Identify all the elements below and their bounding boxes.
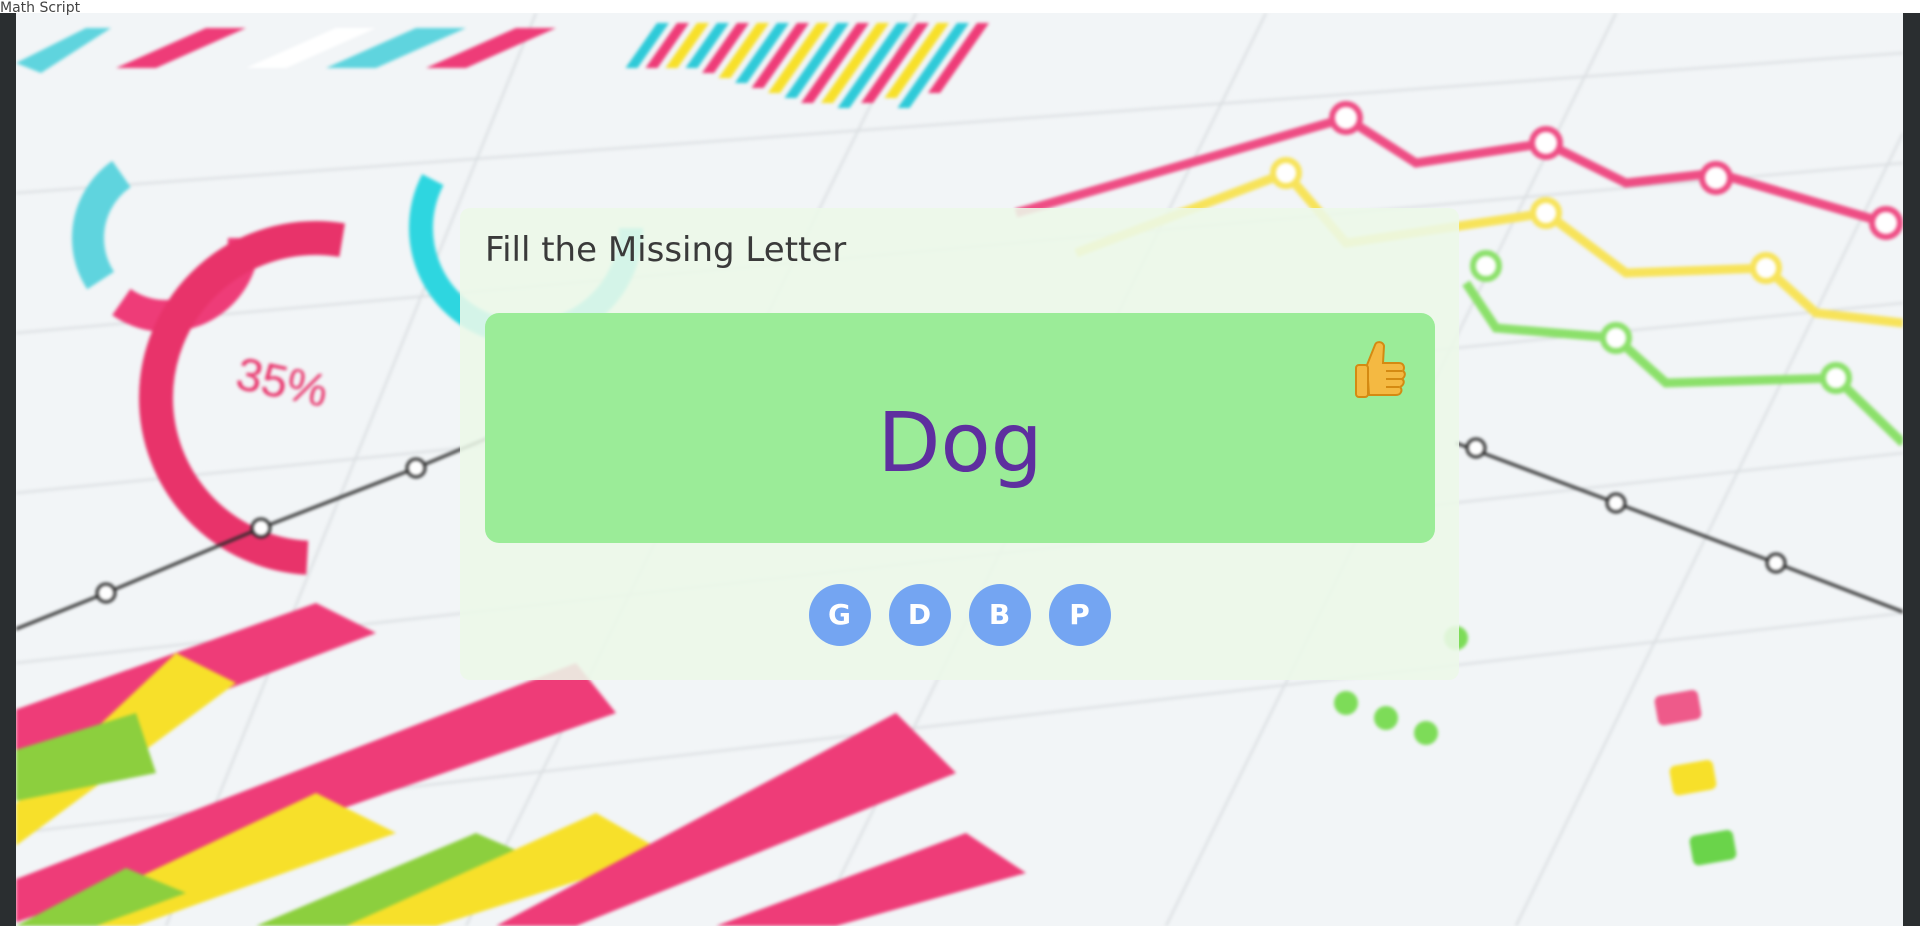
letter-option-d[interactable]: D: [888, 584, 951, 646]
top-bar-text: Math Script: [0, 0, 81, 16]
letter-option-b[interactable]: B: [968, 584, 1031, 646]
letter-option-g[interactable]: G: [808, 584, 871, 646]
svg-text:35%: 35%: [232, 347, 333, 417]
target-word: Dog: [877, 396, 1043, 491]
game-card: Fill the Missing Letter Dog G D B P: [460, 208, 1459, 680]
letter-options: G D B P: [460, 584, 1459, 646]
page-title: Fill the Missing Letter: [485, 230, 847, 270]
word-panel: Dog: [485, 313, 1435, 543]
thumbs-up-icon: [1355, 341, 1406, 398]
letter-option-p[interactable]: P: [1048, 584, 1111, 646]
top-bar: Math Script: [0, 0, 1920, 16]
